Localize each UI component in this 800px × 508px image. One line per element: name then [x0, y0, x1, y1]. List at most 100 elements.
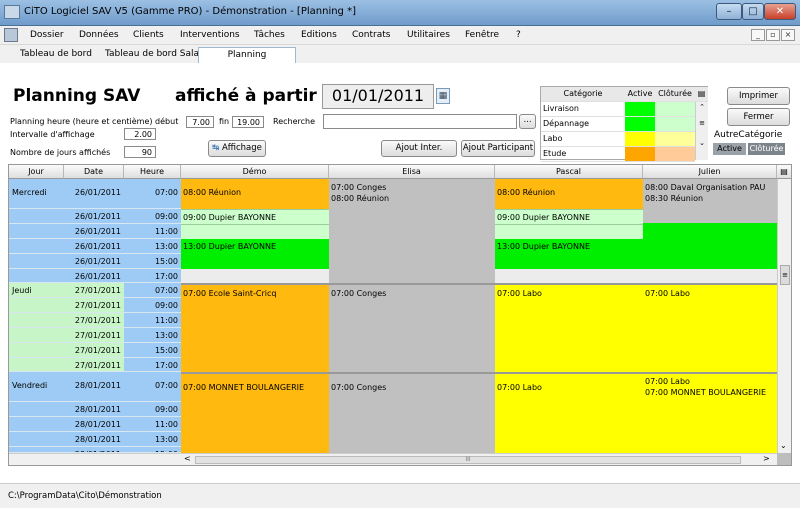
- menu-editions[interactable]: Editions: [301, 30, 337, 40]
- menu-contrats[interactable]: Contrats: [352, 30, 390, 40]
- event-julien-daval: 08:00 Daval Organisation PAU: [645, 183, 766, 192]
- ajout-participant-button[interactable]: Ajout Participant: [461, 140, 535, 157]
- category-row-name[interactable]: Dépannage: [541, 117, 625, 132]
- start-hour-field[interactable]: 7.00: [186, 116, 214, 128]
- mdi-minimize-button[interactable]: _: [751, 29, 765, 41]
- menu-taches[interactable]: Tâches: [254, 30, 285, 40]
- event-elisa-wed[interactable]: 07:00 Conges 08:00 Réunion: [329, 179, 495, 283]
- row-hour: 07:00: [124, 283, 181, 298]
- row-hour: 09:00: [124, 209, 181, 224]
- category-active-swatch[interactable]: [625, 147, 655, 162]
- grid-horizontal-scrollbar[interactable]: < III >: [181, 453, 777, 465]
- row-date: 26/01/2011: [64, 179, 124, 209]
- row-date: 27/01/2011: [64, 313, 124, 328]
- row-hour: 13:00: [124, 239, 181, 254]
- event-pascal-labo-thu[interactable]: 07:00 Labo: [495, 283, 643, 372]
- col-header-pascal: Pascal: [495, 165, 643, 179]
- days-label: Nombre de jours affichés: [10, 148, 111, 157]
- category-row-name[interactable]: Livraison: [541, 102, 625, 117]
- slot-demo-11[interactable]: [181, 224, 329, 239]
- table-config-icon[interactable]: ▤: [695, 87, 708, 102]
- category-closed-swatch[interactable]: [655, 132, 695, 147]
- category-active-swatch[interactable]: [625, 102, 655, 117]
- event-demo-dupier-13[interactable]: 13:00 Dupier BAYONNE: [181, 239, 329, 269]
- interval-field[interactable]: 2.00: [124, 128, 156, 140]
- event-julien-fri[interactable]: 07:00 Labo 07:00 MONNET BOULANGERIE: [643, 372, 777, 453]
- affichage-button[interactable]: ↹ Affichage: [208, 140, 266, 157]
- print-button[interactable]: Imprimer: [727, 87, 790, 105]
- category-active-swatch[interactable]: [625, 117, 655, 132]
- event-elisa-thu[interactable]: 07:00 Conges: [329, 283, 495, 372]
- event-demo-dupier-9[interactable]: 09:00 Dupier BAYONNE: [181, 209, 329, 224]
- scroll-up-icon[interactable]: ⌃: [696, 103, 708, 111]
- event-pascal-labo-fri[interactable]: 07:00 Labo: [495, 372, 643, 453]
- event-demo-ecole[interactable]: 07:00 Ecole Saint-Cricq: [181, 283, 329, 372]
- menu-donnees[interactable]: Données: [79, 30, 119, 40]
- row-date: 26/01/2011: [64, 269, 124, 283]
- category-closed-swatch[interactable]: [655, 117, 695, 132]
- event-pascal-dupier-13[interactable]: 13:00 Dupier BAYONNE: [495, 239, 643, 269]
- scroll-left-icon[interactable]: <: [184, 454, 191, 463]
- slot-demo-17[interactable]: [181, 269, 329, 283]
- row-date: 28/01/2011: [64, 372, 124, 402]
- row-hour: 13:00: [124, 328, 181, 343]
- event-pascal-dupier-9[interactable]: 09:00 Dupier BAYONNE: [495, 209, 643, 224]
- row-day: Jeudi: [9, 283, 64, 298]
- close-panel-button[interactable]: Fermer: [727, 108, 790, 126]
- autre-active-swatch[interactable]: Active: [713, 143, 746, 155]
- event-demo-reunion[interactable]: 08:00 Réunion: [181, 179, 329, 209]
- category-row-name[interactable]: Etude: [541, 147, 625, 162]
- search-button[interactable]: ...: [519, 114, 536, 129]
- category-row-name[interactable]: Labo: [541, 132, 625, 147]
- grid-vertical-thumb[interactable]: ≡: [780, 265, 790, 285]
- menu-fenetre[interactable]: Fenêtre: [465, 30, 499, 40]
- menu-dossier[interactable]: Dossier: [30, 30, 64, 40]
- start-date-field[interactable]: 01/01/2011: [322, 84, 434, 109]
- grid-config-icon[interactable]: ▤: [777, 165, 791, 179]
- minimize-button[interactable]: –: [716, 3, 742, 20]
- menu-help[interactable]: ?: [516, 30, 521, 40]
- grid-horizontal-thumb[interactable]: III: [195, 456, 741, 464]
- calendar-icon[interactable]: ▦: [436, 88, 450, 104]
- col-header-jour: Jour: [9, 165, 64, 179]
- category-closed-swatch[interactable]: [655, 102, 695, 117]
- event-elisa-fri[interactable]: 07:00 Conges: [329, 372, 495, 453]
- slot-julien-17[interactable]: [643, 269, 777, 283]
- search-input[interactable]: [323, 114, 517, 129]
- slot-pascal-11[interactable]: [495, 224, 643, 239]
- maximize-button[interactable]: □: [742, 3, 764, 20]
- grid-vertical-scrollbar[interactable]: ≡ ⌄: [777, 179, 791, 453]
- category-closed-swatch[interactable]: [655, 147, 695, 162]
- ajout-inter-button[interactable]: Ajout Inter.: [381, 140, 457, 157]
- category-scrollbar[interactable]: ⌃ ≡ ⌄: [695, 102, 708, 160]
- slot-pascal-17[interactable]: [495, 269, 643, 283]
- autre-closed-swatch[interactable]: Clôturée: [748, 143, 785, 155]
- menu-clients[interactable]: Clients: [133, 30, 164, 40]
- row-day: [9, 417, 64, 432]
- scroll-down-icon[interactable]: ⌄: [696, 139, 708, 147]
- event-pascal-reunion[interactable]: 08:00 Réunion: [495, 179, 643, 209]
- row-day: [9, 239, 64, 254]
- scroll-right-icon[interactable]: >: [763, 454, 770, 463]
- event-julien-green[interactable]: [643, 223, 777, 269]
- row-hour: 09:00: [124, 298, 181, 313]
- autre-categorie-label: AutreCatégorie: [714, 130, 783, 140]
- end-hour-field[interactable]: 19.00: [232, 116, 264, 128]
- mdi-close-button[interactable]: ×: [781, 29, 795, 41]
- close-button[interactable]: ✕: [764, 3, 796, 20]
- menu-utilitaires[interactable]: Utilitaires: [407, 30, 450, 40]
- scroll-down-arrow-icon[interactable]: ⌄: [780, 441, 787, 450]
- tab-planning[interactable]: Planning: [198, 47, 296, 63]
- event-julien-labo-thu[interactable]: 07:00 Labo: [643, 283, 777, 372]
- menu-interventions[interactable]: Interventions: [180, 30, 240, 40]
- mdi-restore-button[interactable]: ▫: [766, 29, 780, 41]
- row-hour: 11:00: [124, 417, 181, 432]
- tab-tableau-de-bord[interactable]: Tableau de bord: [14, 47, 98, 63]
- days-field[interactable]: 90: [124, 146, 156, 158]
- event-demo-monnet[interactable]: 07:00 MONNET BOULANGERIE: [181, 372, 329, 453]
- category-active-swatch[interactable]: [625, 132, 655, 147]
- search-label: Recherche: [273, 117, 316, 126]
- event-julien-wed[interactable]: 08:00 Daval Organisation PAU 08:30 Réunio…: [643, 179, 777, 223]
- row-date: 28/01/2011: [64, 402, 124, 417]
- refresh-icon: ↹: [212, 143, 222, 153]
